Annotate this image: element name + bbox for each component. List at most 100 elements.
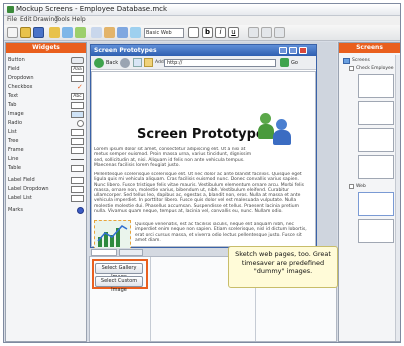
- title-bar: Mockup Screens - Employee Database.mck: [4, 4, 400, 16]
- folder-icon: [343, 58, 350, 64]
- widget-text[interactable]: Text Abc: [8, 92, 86, 101]
- page-type-select[interactable]: Basic Web: [144, 28, 184, 38]
- home-icon[interactable]: [144, 58, 153, 67]
- menu-file[interactable]: File: [7, 16, 17, 23]
- paragraph-3: Quisque venenatis, est ac facilisis iacu…: [135, 222, 307, 243]
- cut-icon[interactable]: [49, 27, 60, 38]
- window-title: Mockup Screens - Employee Database.mck: [16, 5, 168, 13]
- screen-thumbnail-web[interactable]: [358, 192, 394, 216]
- go-label[interactable]: Go: [291, 60, 298, 66]
- image-icon: [71, 111, 84, 118]
- screen-thumbnail-1[interactable]: [358, 74, 394, 98]
- widget-list[interactable]: List: [8, 128, 86, 137]
- callout-note: Sketch web pages, too. Great timesaver a…: [228, 246, 338, 288]
- widget-tree[interactable]: Tree: [8, 137, 86, 146]
- widgets-panel-title: Widgets: [6, 43, 86, 53]
- italic-icon[interactable]: i: [215, 27, 226, 38]
- label-list-icon: [71, 195, 84, 202]
- align-right-icon[interactable]: [274, 27, 285, 38]
- people-image: [258, 111, 296, 145]
- close-icon[interactable]: [299, 47, 307, 54]
- bold-icon[interactable]: b: [202, 27, 213, 38]
- tab-advanced[interactable]: [119, 249, 143, 256]
- underline-icon[interactable]: u: [228, 27, 239, 38]
- widget-line[interactable]: Line: [8, 155, 86, 164]
- go-icon[interactable]: [280, 58, 289, 67]
- forward-arrow-icon[interactable]: [120, 58, 130, 68]
- open-icon[interactable]: [20, 27, 31, 38]
- expand-icon[interactable]: [349, 66, 354, 71]
- app-window: Mockup Screens - Employee Database.mck F…: [3, 3, 401, 343]
- widget-frame[interactable]: Frame: [8, 146, 86, 155]
- widget-tab[interactable]: Tab: [8, 101, 86, 110]
- widget-marks[interactable]: Marks: [8, 206, 86, 215]
- tree-icon: [71, 138, 84, 145]
- dropdown-icon: [71, 75, 84, 82]
- widget-checkbox[interactable]: Checkbox ✓: [8, 83, 86, 92]
- widget-field[interactable]: Field Aaa: [8, 65, 86, 74]
- tab-icon: [71, 102, 84, 109]
- toolbar: Basic Web b i u: [4, 25, 400, 41]
- text-icon: Abc: [71, 93, 84, 100]
- browser-toolbar: Back Address http:// Go: [91, 56, 316, 70]
- list-icon: [71, 129, 84, 136]
- address-input[interactable]: http://: [164, 59, 276, 67]
- radio-icon: [77, 120, 84, 127]
- save-icon[interactable]: [33, 27, 44, 38]
- stop-icon[interactable]: [133, 58, 142, 67]
- group-check-employee[interactable]: Check Employee: [356, 66, 394, 71]
- screens-scrollbar[interactable]: [395, 55, 400, 341]
- tab-properties[interactable]: [91, 249, 117, 256]
- menu-help[interactable]: Help: [72, 16, 86, 23]
- screen-thumbnail-3[interactable]: [358, 128, 394, 152]
- widget-radio[interactable]: Radio: [8, 119, 86, 128]
- dummy-chart-image[interactable]: [94, 220, 131, 250]
- back-label[interactable]: Back: [106, 60, 118, 66]
- menu-bar: File Edit Drawing Tools Help: [4, 16, 400, 25]
- screen-thumbnail-2[interactable]: [358, 101, 394, 125]
- widgets-panel: Widgets Button Field Aaa Dropdown Checkbo…: [5, 42, 87, 342]
- screens-root-label[interactable]: Screens: [352, 58, 370, 63]
- back-arrow-icon[interactable]: [94, 58, 104, 68]
- widget-label-dropdown[interactable]: Label Dropdown: [8, 185, 86, 194]
- align-left-icon[interactable]: [248, 27, 259, 38]
- dialog-title: Screen Prototypes: [94, 47, 157, 54]
- screen-thumbnail-4[interactable]: [358, 155, 394, 179]
- widget-table[interactable]: Table: [8, 164, 86, 173]
- align-center-icon[interactable]: [261, 27, 272, 38]
- web-page-icon[interactable]: [130, 27, 141, 38]
- undo-icon[interactable]: [104, 27, 115, 38]
- screen-prototypes-window: Screen Prototypes Back Address http:// G…: [90, 44, 317, 250]
- print-icon[interactable]: [91, 27, 102, 38]
- paste-icon[interactable]: [75, 27, 86, 38]
- field-icon: Aaa: [71, 66, 84, 73]
- page-heading: Screen Prototypes: [137, 127, 273, 142]
- expand-web-icon[interactable]: [349, 184, 354, 189]
- widget-label-list[interactable]: Label List: [8, 194, 86, 203]
- minimize-icon[interactable]: [279, 47, 287, 54]
- widget-button[interactable]: Button: [8, 56, 86, 65]
- paragraph-2: Pellentesque scelerisque scelerisque eli…: [94, 172, 304, 215]
- screen-thumbnail-6[interactable]: [358, 219, 394, 243]
- menu-tools[interactable]: Tools: [55, 16, 70, 23]
- redo-icon[interactable]: [117, 27, 128, 38]
- marks-icon: [77, 207, 84, 214]
- frame-icon: [71, 147, 84, 154]
- dialog-title-bar: Screen Prototypes: [91, 45, 316, 56]
- new-icon[interactable]: [7, 27, 18, 38]
- insert-icon[interactable]: [188, 27, 199, 38]
- select-custom-image-button[interactable]: Select Custom Image: [95, 276, 143, 293]
- maximize-icon[interactable]: [289, 47, 297, 54]
- app-icon: [7, 6, 14, 13]
- select-gallery-image-button[interactable]: Select Gallery Image: [95, 263, 143, 280]
- widget-label-field[interactable]: Label Field: [8, 176, 86, 185]
- group-web[interactable]: Web: [356, 184, 366, 189]
- copy-icon[interactable]: [62, 27, 73, 38]
- label-dropdown-icon: [71, 186, 84, 193]
- widget-image[interactable]: Image: [8, 110, 86, 119]
- menu-edit[interactable]: Edit: [20, 16, 32, 23]
- table-icon: [71, 165, 84, 172]
- pane-divider: [150, 257, 151, 341]
- line-icon: [71, 159, 84, 160]
- widget-dropdown[interactable]: Dropdown: [8, 74, 86, 83]
